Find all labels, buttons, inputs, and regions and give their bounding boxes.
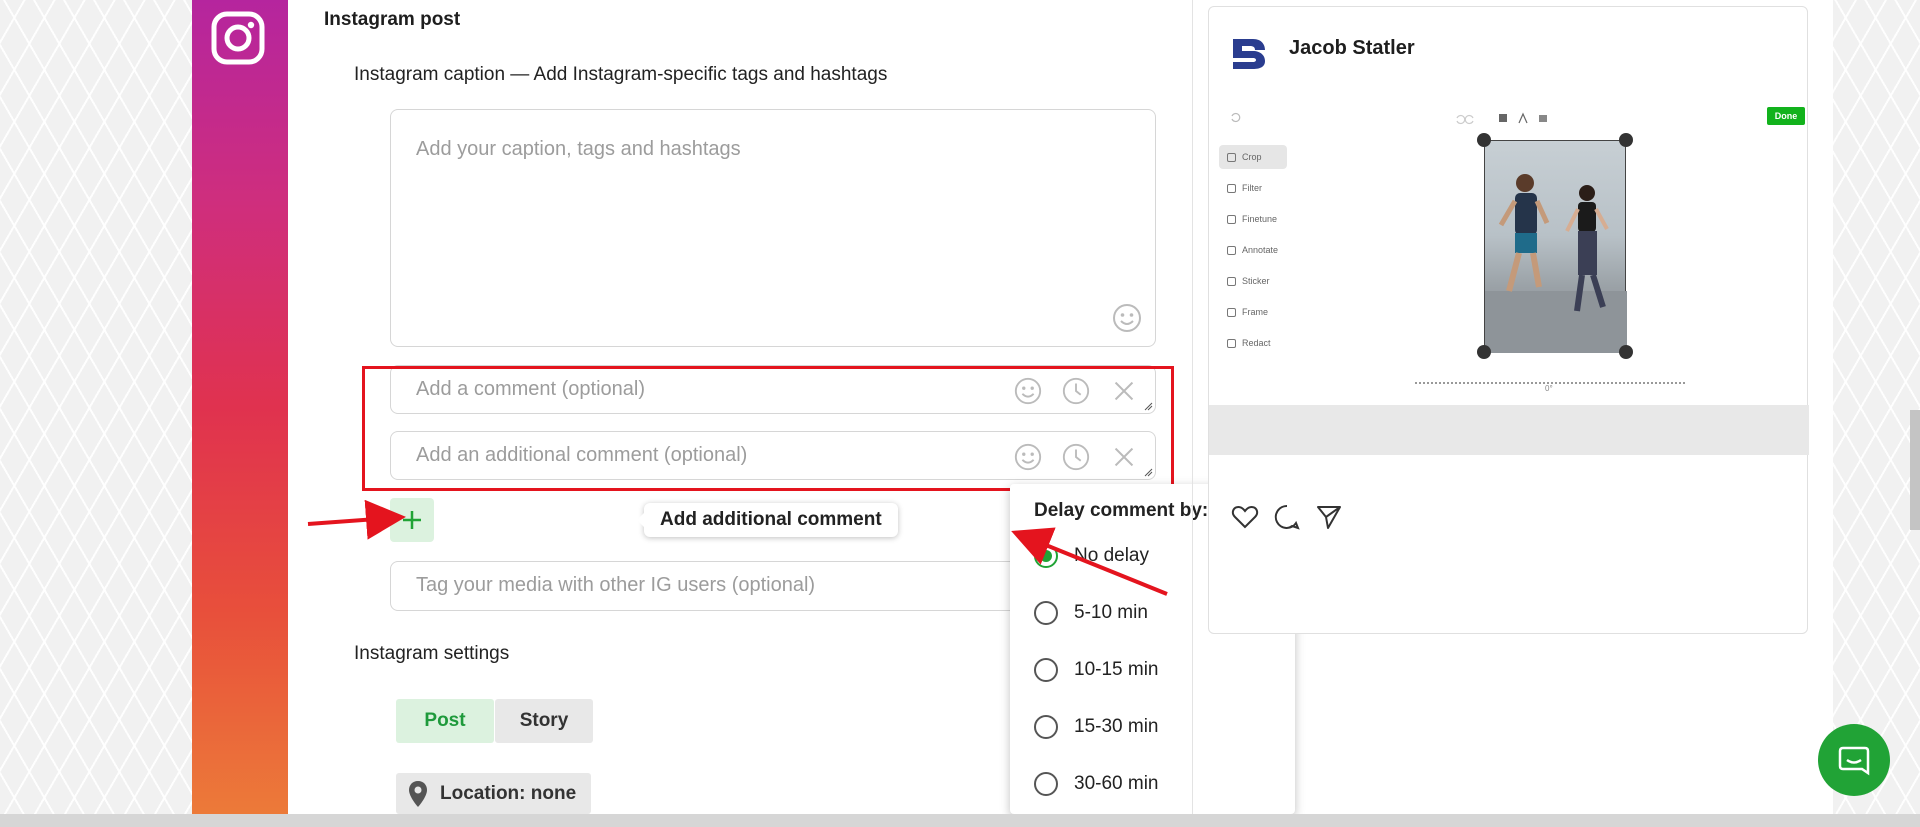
horizontal-scrollbar[interactable] [0,814,1920,827]
annotation-arrows [307,499,1168,596]
chat-support-button[interactable] [1818,724,1890,796]
annotation-arrow [307,499,406,540]
scrollbar[interactable] [1910,410,1920,530]
chat-icon [1838,746,1870,776]
annotation-arrow [1011,527,1168,596]
